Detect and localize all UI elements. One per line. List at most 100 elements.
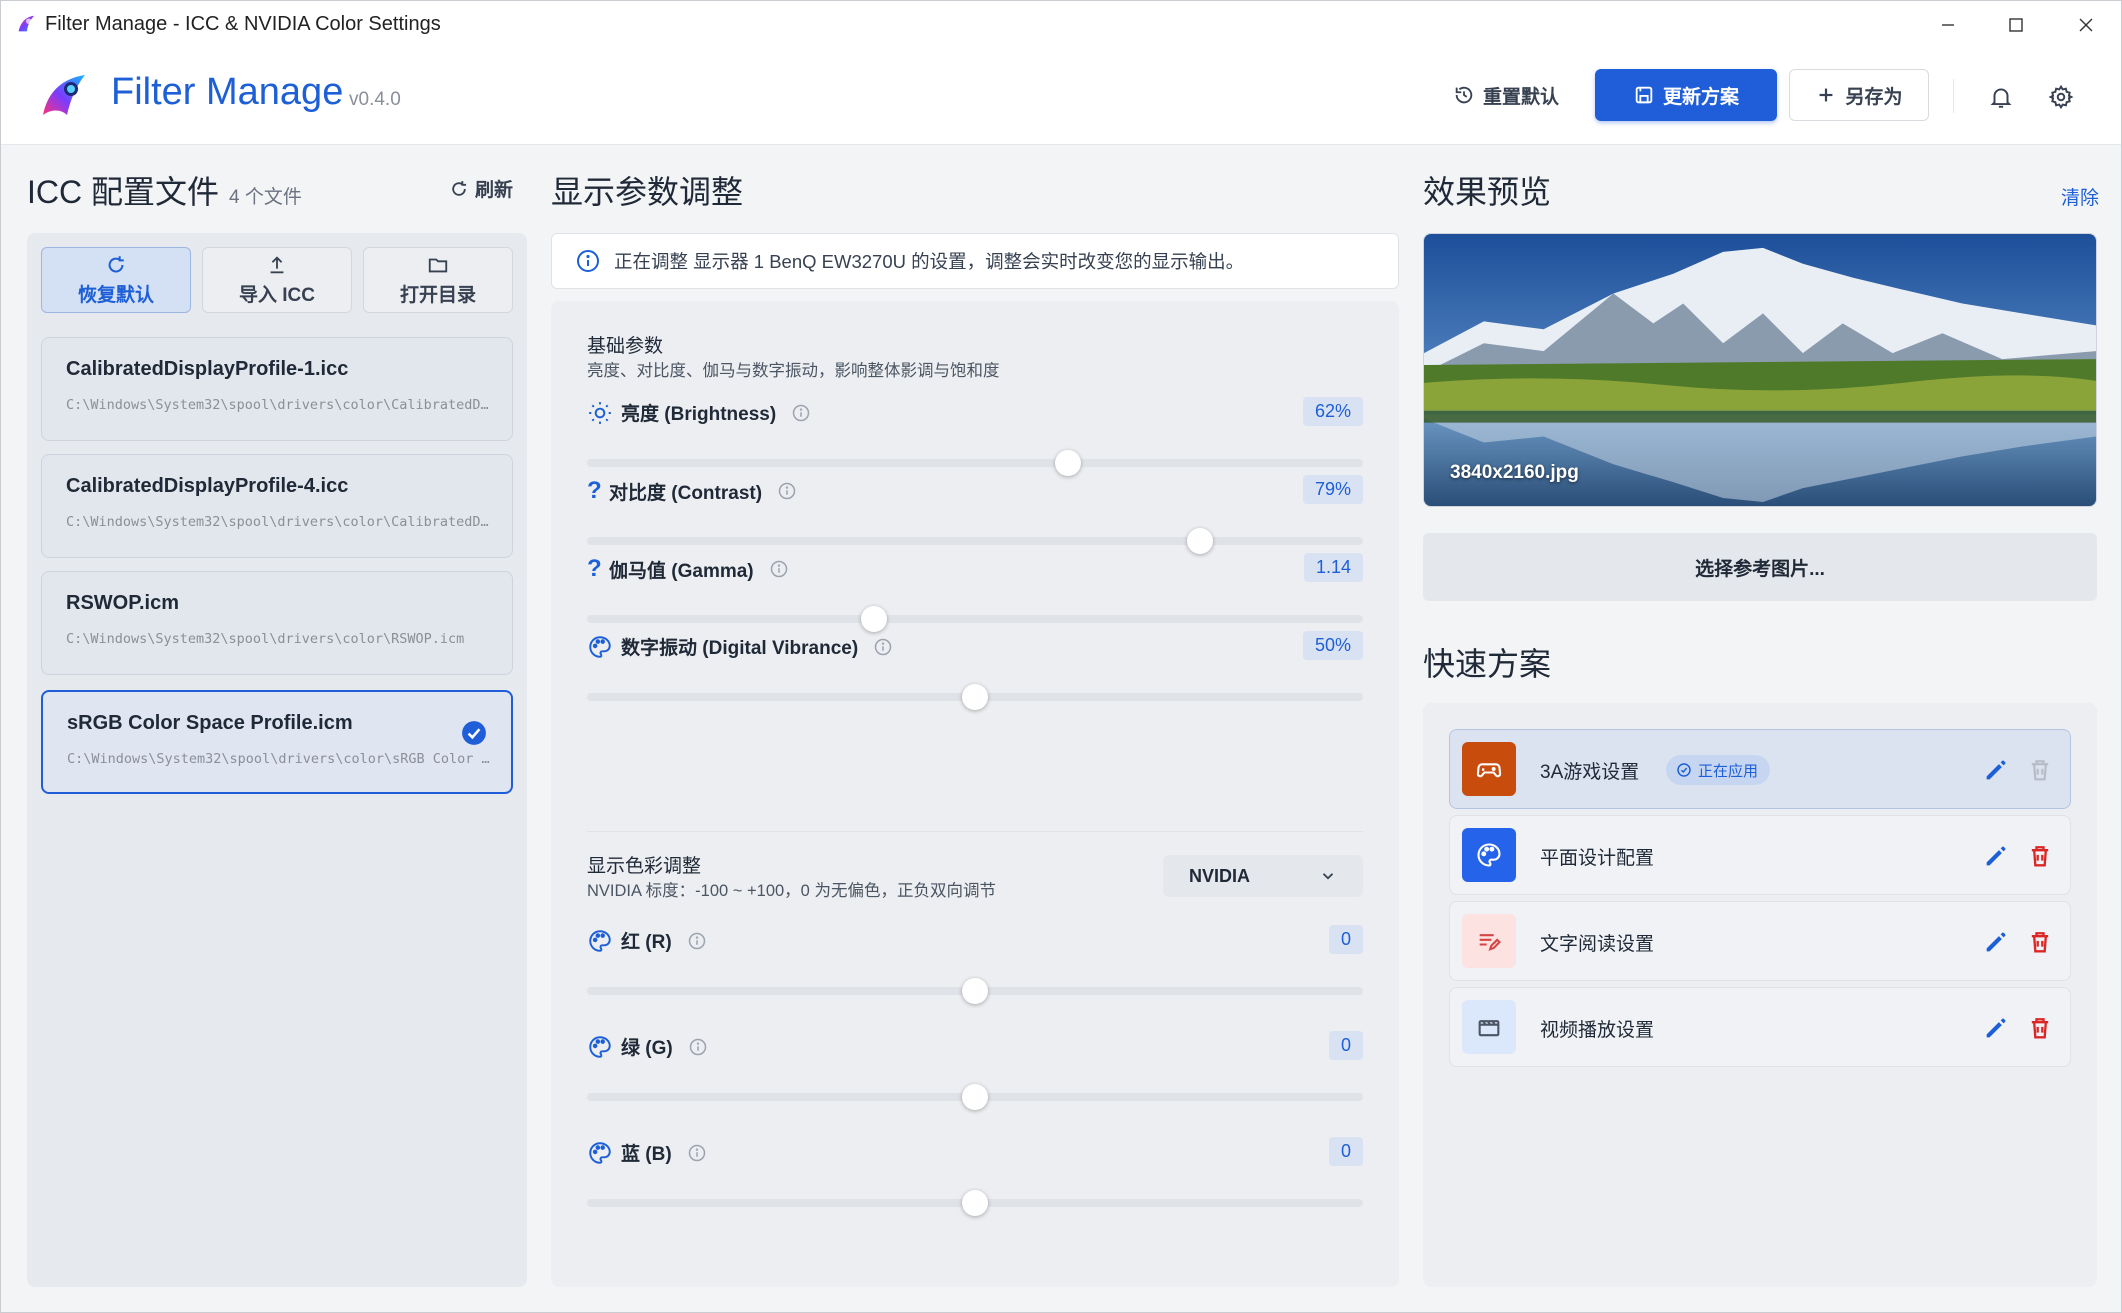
vendor-select-value: NVIDIA	[1189, 865, 1251, 886]
vendor-select[interactable]: NVIDIA	[1163, 855, 1363, 897]
preset-item[interactable]: 平面设计配置	[1449, 815, 2071, 895]
info-icon[interactable]	[792, 404, 810, 422]
title-bar: Filter Manage - ICC & NVIDIA Color Setti…	[1, 1, 2121, 49]
app-logo	[43, 75, 85, 115]
quick-presets-title: 快速方案	[1423, 646, 1552, 682]
app-window: Filter Manage - ICC & NVIDIA Color Setti…	[0, 0, 2122, 1313]
contrast-slider-thumb[interactable]	[1187, 528, 1214, 554]
info-icon[interactable]	[770, 560, 788, 578]
vibrance-slider-row: 数字振动 (Digital Vibrance) 50%	[587, 631, 1363, 723]
gamma-slider-row: ? 伽马值 (Gamma) 1.14	[587, 553, 1363, 645]
history-icon	[1455, 86, 1473, 104]
active-badge-label: 正在应用	[1698, 762, 1759, 780]
header-divider	[1953, 79, 1954, 113]
delete-button[interactable]	[2026, 1014, 2054, 1042]
icc-file-card[interactable]: RSWOP.icm C:\Windows\System32\spool\driv…	[41, 571, 513, 675]
choose-reference-image-button[interactable]: 选择参考图片...	[1423, 533, 2097, 601]
contrast-slider-track[interactable]	[587, 537, 1363, 545]
pencil-icon	[1986, 932, 2006, 952]
update-scheme-button[interactable]: 更新方案	[1595, 69, 1777, 121]
reset-default-button[interactable]: 重置默认	[1441, 69, 1571, 121]
gear-icon	[2048, 84, 2074, 110]
icc-file-card[interactable]: CalibratedDisplayProfile-1.icc C:\Window…	[41, 337, 513, 441]
upload-icon	[270, 255, 284, 273]
save-as-label: 另存为	[1845, 86, 1903, 108]
red-value: 0	[1328, 925, 1363, 954]
palette-icon	[1477, 843, 1501, 867]
info-icon[interactable]	[688, 932, 706, 950]
info-icon	[577, 250, 599, 272]
red-label-group: 红 (R)	[587, 927, 706, 954]
info-banner: 正在调整 显示器 1 BenQ EW3270U 的设置，调整会实时改变您的显示输…	[551, 233, 1399, 289]
preset-item[interactable]: 3A游戏设置 正在应用	[1449, 729, 2071, 809]
edit-button[interactable]	[1982, 756, 2010, 784]
restore-default-button[interactable]: 恢复默认	[41, 247, 191, 313]
sun-icon	[589, 401, 611, 424]
app-name: Filter Manage	[111, 71, 344, 113]
edit-button[interactable]	[1982, 842, 2010, 870]
gamma-value: 1.14	[1303, 553, 1363, 582]
blue-label: 蓝 (B)	[621, 1144, 672, 1165]
delete-button[interactable]	[2026, 842, 2054, 870]
close-button[interactable]	[2051, 1, 2121, 49]
pencil-icon	[1986, 1018, 2006, 1038]
info-icon[interactable]	[778, 482, 796, 500]
red-label: 红 (R)	[621, 932, 672, 953]
settings-button[interactable]	[2041, 77, 2081, 117]
basic-params-desc: 亮度、对比度、伽马与数字振动，影响整体影调与饱和度	[587, 362, 1000, 380]
blue-slider-row: 蓝 (B) 0	[587, 1137, 1363, 1229]
info-icon[interactable]	[688, 1144, 706, 1162]
save-icon	[1635, 86, 1653, 104]
window-title: Filter Manage - ICC & NVIDIA Color Setti…	[45, 13, 441, 35]
trash-icon	[2031, 760, 2049, 781]
gamma-slider-track[interactable]	[587, 615, 1363, 623]
brightness-value: 62%	[1302, 397, 1363, 426]
preset-name: 文字阅读设置	[1540, 934, 1655, 955]
contrast-label-group: ? 对比度 (Contrast)	[587, 477, 796, 505]
blue-label-group: 蓝 (B)	[587, 1139, 706, 1166]
icc-file-name: CalibratedDisplayProfile-1.icc	[66, 358, 349, 380]
brightness-slider-thumb[interactable]	[1055, 450, 1082, 476]
open-folder-label: 打开目录	[399, 284, 476, 306]
import-icc-button[interactable]: 导入 ICC	[202, 247, 352, 313]
info-icon[interactable]	[689, 1038, 707, 1056]
blue-slider-thumb[interactable]	[962, 1190, 988, 1216]
preset-item[interactable]: 文字阅读设置	[1449, 901, 2071, 981]
save-as-button[interactable]: 另存为	[1789, 69, 1929, 121]
vibrance-slider-thumb[interactable]	[962, 684, 988, 710]
basic-params-title: 基础参数	[587, 336, 664, 357]
green-slider-thumb[interactable]	[962, 1084, 988, 1110]
delete-button[interactable]	[2026, 756, 2054, 784]
contrast-slider-row: ? 对比度 (Contrast) 79%	[587, 475, 1363, 567]
icc-file-card-selected[interactable]: sRGB Color Space Profile.icm C:\Windows\…	[41, 690, 513, 794]
notifications-button[interactable]	[1981, 77, 2021, 117]
green-value: 0	[1328, 1031, 1363, 1060]
edit-button[interactable]	[1982, 1014, 2010, 1042]
palette-icon	[589, 929, 611, 952]
trash-icon	[2031, 846, 2049, 867]
delete-button[interactable]	[2026, 928, 2054, 956]
minimize-button[interactable]	[1913, 1, 1983, 49]
clapper-icon	[1478, 1020, 1500, 1037]
preset-item[interactable]: 视频播放设置	[1449, 987, 2071, 1067]
icc-file-name: RSWOP.icm	[66, 592, 179, 614]
gamma-slider-thumb[interactable]	[861, 606, 888, 632]
edit-button[interactable]	[1982, 928, 2010, 956]
palette-icon	[589, 635, 611, 658]
open-folder-button[interactable]: 打开目录	[363, 247, 513, 313]
preset-name: 视频播放设置	[1540, 1020, 1655, 1041]
preview-section-title: 效果预览	[1423, 174, 1552, 210]
icc-file-path: C:\Windows\System32\spool\drivers\color\…	[66, 631, 465, 647]
icc-file-card[interactable]: CalibratedDisplayProfile-4.icc C:\Window…	[41, 454, 513, 558]
info-icon[interactable]	[874, 638, 892, 656]
minimize-icon	[1942, 24, 1954, 26]
refresh-button[interactable]: 刷新	[449, 175, 513, 202]
vibrance-label: 数字振动 (Digital Vibrance)	[621, 638, 859, 659]
blue-value: 0	[1328, 1137, 1363, 1166]
preset-name: 3A游戏设置	[1540, 762, 1640, 783]
brightness-slider-track[interactable]	[587, 459, 1363, 467]
maximize-button[interactable]	[1981, 1, 2051, 49]
green-label: 绿 (G)	[621, 1038, 673, 1059]
red-slider-thumb[interactable]	[962, 978, 988, 1004]
clear-link[interactable]: 清除	[2061, 183, 2099, 210]
